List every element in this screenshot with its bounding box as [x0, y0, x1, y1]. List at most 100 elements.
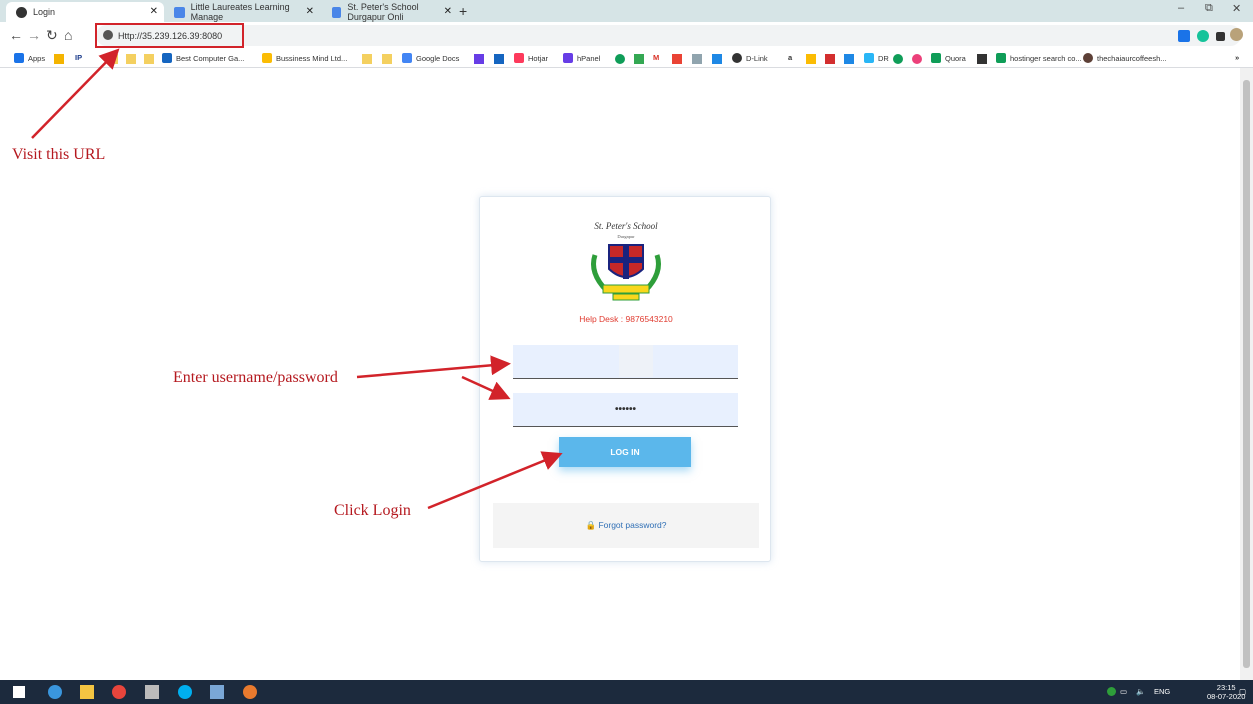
bookmarks-bar: Apps IP Best Computer Ga... Bussiness Mi…: [0, 50, 1253, 68]
skype-icon[interactable]: [178, 685, 192, 699]
bookmark-folder-icon[interactable]: [144, 54, 154, 64]
logo-arc-text: St. Peter's School: [594, 221, 658, 231]
bookmark-dr[interactable]: DR: [864, 53, 889, 63]
home-button[interactable]: ⌂: [64, 27, 72, 43]
bookmark-google-docs[interactable]: Google Docs: [402, 53, 459, 63]
new-tab-button[interactable]: +: [459, 3, 467, 19]
annotation-visit-url: Visit this URL: [12, 146, 106, 163]
extensions-puzzle-icon[interactable]: [1216, 32, 1225, 41]
tab-label: St. Peter's School Durgapur Onli: [347, 2, 419, 22]
bookmarks-overflow-button[interactable]: »: [1235, 53, 1239, 62]
tab-little-laureates[interactable]: Little Laureates Learning Manage ✕: [164, 2, 320, 22]
forgot-password-label: Forgot password?: [598, 520, 667, 530]
lock-icon: 🔒: [585, 520, 597, 530]
dr-icon: [864, 53, 874, 63]
bookmark-label: hostinger search co...: [1010, 53, 1082, 63]
bookmark-ip-icon[interactable]: IP: [75, 53, 82, 62]
close-window-button[interactable]: ✕: [1232, 2, 1241, 15]
login-card: St. Peter's School Durgapur Help Desk : …: [479, 196, 771, 562]
login-button[interactable]: LOG IN: [559, 437, 691, 467]
bookmark-label: DR: [878, 53, 889, 63]
extension-grammarly-icon[interactable]: [1197, 30, 1209, 42]
bookmark-green-circle-icon[interactable]: [893, 54, 903, 64]
bookmark-folder-icon[interactable]: [108, 54, 118, 64]
bookmark-pink-circle-icon[interactable]: [912, 54, 922, 64]
back-button[interactable]: ←: [9, 27, 23, 43]
bookmark-label: Apps: [28, 53, 46, 63]
page-scrollbar[interactable]: [1240, 68, 1253, 680]
close-tab-icon[interactable]: ✕: [306, 6, 314, 17]
bookmark-label: Bussiness Mind Ltd...: [276, 53, 348, 63]
bookmark-circle-icon[interactable]: [615, 54, 625, 64]
calculator-icon[interactable]: [145, 685, 159, 699]
bookmark-folder-icon[interactable]: [126, 54, 136, 64]
logo-subtext: Durgapur: [617, 234, 635, 239]
profile-avatar[interactable]: [1230, 28, 1243, 41]
bookmark-image-icon[interactable]: [977, 54, 987, 64]
cup-icon: [1083, 53, 1093, 63]
windows-taskbar: ▭ 🔈 ENG 23:15 08-07-2020 ▢: [0, 680, 1253, 704]
close-tab-icon[interactable]: ✕: [444, 6, 452, 17]
network-status-icon[interactable]: [1107, 687, 1116, 696]
close-tab-icon[interactable]: ✕: [150, 6, 158, 17]
windows-start-icon[interactable]: [13, 686, 25, 698]
browser-tab-bar: Login ✕ Little Laureates Learning Manage…: [0, 0, 1253, 22]
notifications-icon[interactable]: ▢: [1239, 687, 1246, 696]
bookmark-label: thechaiaurcoffeesh...: [1097, 53, 1167, 63]
restore-button[interactable]: ⧉: [1205, 2, 1213, 15]
bookmark-b-icon[interactable]: [712, 54, 722, 64]
bookmark-apps[interactable]: Apps: [14, 53, 45, 63]
bookmark-folder-icon[interactable]: [362, 54, 372, 64]
gmail-icon[interactable]: M: [653, 53, 659, 62]
address-bar[interactable]: Http://35.239.126.39:8080: [96, 25, 1241, 46]
bookmark-feather-icon[interactable]: [692, 54, 702, 64]
bookmark-blue-icon[interactable]: [844, 54, 854, 64]
bookmark-sale-icon[interactable]: [825, 54, 835, 64]
bookmark-hostinger[interactable]: hostinger search co...: [996, 53, 1082, 63]
bookmark-thechaiaurcoffee[interactable]: thechaiaurcoffeesh...: [1083, 53, 1167, 63]
school-logo: St. Peter's School Durgapur: [591, 221, 661, 301]
volume-icon[interactable]: 🔈: [1136, 687, 1145, 696]
bookmark-note-icon[interactable]: [806, 54, 816, 64]
file-explorer-icon[interactable]: [80, 685, 94, 699]
photos-icon[interactable]: [243, 685, 257, 699]
display-icon[interactable]: ▭: [1120, 687, 1127, 696]
tab-label: Login: [33, 7, 56, 17]
bookmark-label: D-Link: [746, 53, 768, 63]
forward-button[interactable]: →: [27, 27, 41, 43]
bookmark-best-computer[interactable]: Best Computer Ga...: [162, 53, 244, 63]
bookmark-label: hPanel: [577, 53, 601, 63]
language-indicator[interactable]: ENG: [1154, 687, 1170, 696]
quora-icon: [931, 53, 941, 63]
drive-icon: [262, 53, 272, 63]
scrollbar-thumb[interactable]: [1243, 80, 1250, 668]
amazon-icon[interactable]: a: [788, 53, 792, 62]
tab-login[interactable]: Login ✕: [6, 2, 164, 22]
bookmark-h-icon[interactable]: [474, 54, 484, 64]
edge-icon[interactable]: [48, 685, 62, 699]
reload-button[interactable]: ↻: [46, 27, 58, 44]
bookmark-quora[interactable]: Quora: [931, 53, 966, 63]
bookmark-label: Quora: [945, 53, 966, 63]
tab-st-peters[interactable]: St. Peter's School Durgapur Onli ✕: [322, 2, 458, 22]
bookmark-folder-icon[interactable]: [54, 54, 64, 64]
bookmark-grid-icon[interactable]: [672, 54, 682, 64]
notes-icon[interactable]: [210, 685, 224, 699]
bookmark-bussiness-mind[interactable]: Bussiness Mind Ltd...: [262, 53, 347, 63]
forgot-password-link[interactable]: 🔒 Forgot password?: [493, 520, 759, 531]
document-icon: [332, 6, 342, 18]
bookmark-hpanel[interactable]: hPanel: [563, 53, 600, 63]
annotation-click-login: Click Login: [334, 502, 411, 519]
bookmark-hotjar[interactable]: Hotjar: [514, 53, 548, 63]
bookmark-edit-icon[interactable]: [494, 54, 504, 64]
bookmark-label: Best Computer Ga...: [176, 53, 245, 63]
password-field[interactable]: [513, 393, 738, 427]
bookmark-label: Hotjar: [528, 53, 549, 63]
bookmark-folder-icon[interactable]: [382, 54, 392, 64]
minimize-button[interactable]: –: [1178, 2, 1184, 14]
bookmark-lime-icon[interactable]: [634, 54, 644, 64]
bookmark-dlink[interactable]: D-Link: [732, 53, 768, 63]
chrome-icon[interactable]: [112, 685, 126, 699]
docs-icon: [402, 53, 412, 63]
extension-d-icon[interactable]: [1178, 30, 1190, 42]
